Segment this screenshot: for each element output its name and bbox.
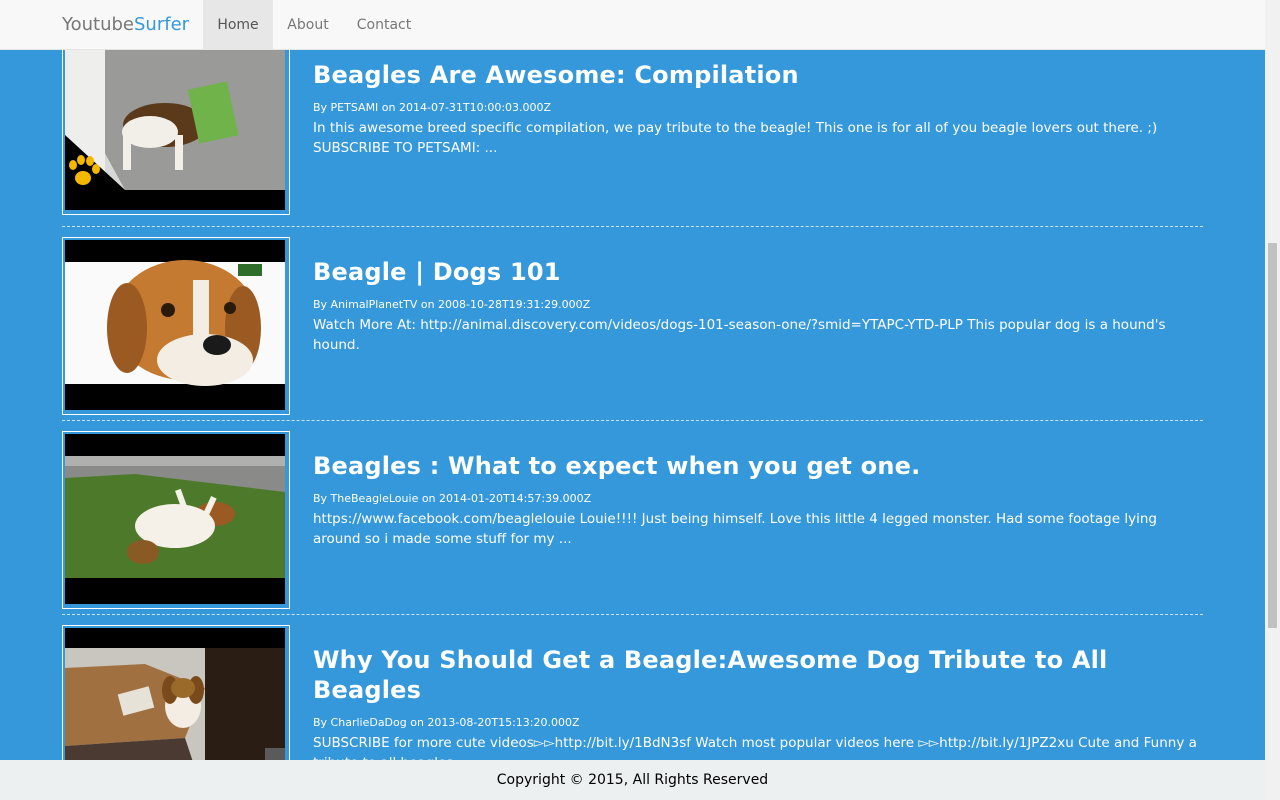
thumbnail-image — [65, 40, 285, 210]
video-title[interactable]: Beagles : What to expect when you get on… — [313, 451, 1203, 481]
video-meta: By CharlieDaDog on 2013-08-20T15:13:20.0… — [313, 716, 580, 729]
video-info: Beagles : What to expect when you get on… — [313, 451, 1203, 549]
copyright-text: Copyright © 2015, All Rights Reserved — [496, 772, 769, 788]
video-info: Beagle | Dogs 101 By AnimalPlanetTV on 2… — [313, 257, 1203, 355]
video-thumbnail[interactable] — [62, 237, 290, 415]
video-title[interactable]: Beagle | Dogs 101 — [313, 257, 1203, 287]
list-item: Beagles : What to expect when you get on… — [62, 421, 1203, 615]
video-title[interactable]: Beagles Are Awesome: Compilation — [313, 60, 1203, 90]
nav-contact[interactable]: Contact — [344, 0, 424, 50]
video-description: https://www.facebook.com/beaglelouie Lou… — [313, 511, 1157, 547]
nav-home[interactable]: Home — [203, 0, 273, 50]
video-description: In this awesome breed specific compilati… — [313, 120, 1158, 156]
nav-about[interactable]: About — [274, 0, 342, 50]
brand-logo[interactable]: YoutubeSurfer — [62, 0, 189, 50]
video-description: Watch More At: http://animal.discovery.c… — [313, 317, 1166, 353]
video-thumbnail[interactable] — [62, 37, 290, 215]
video-thumbnail[interactable] — [62, 431, 290, 609]
video-meta: By AnimalPlanetTV on 2008-10-28T19:31:29… — [313, 298, 591, 311]
thumbnail-image — [65, 240, 285, 410]
video-title[interactable]: Why You Should Get a Beagle:Awesome Dog … — [313, 645, 1203, 705]
page-footer: Copyright © 2015, All Rights Reserved — [0, 760, 1265, 800]
thumbnail-image — [65, 434, 285, 604]
video-info: Why You Should Get a Beagle:Awesome Dog … — [313, 645, 1203, 773]
brand-main: Youtube — [62, 14, 134, 35]
list-item: Beagle | Dogs 101 By AnimalPlanetTV on 2… — [62, 227, 1203, 421]
video-list: Beagles Are Awesome: Compilation By PETS… — [62, 37, 1203, 800]
top-navbar: YoutubeSurfer Home About Contact — [0, 0, 1265, 50]
scrollbar-thumb[interactable] — [1268, 243, 1277, 628]
vertical-scrollbar[interactable] — [1265, 0, 1280, 800]
brand-accent: Surfer — [134, 14, 190, 35]
video-info: Beagles Are Awesome: Compilation By PETS… — [313, 60, 1203, 158]
video-meta: By TheBeagleLouie on 2014-01-20T14:57:39… — [313, 492, 592, 505]
list-item: Beagles Are Awesome: Compilation By PETS… — [62, 37, 1203, 227]
video-meta: By PETSAMI on 2014-07-31T10:00:03.000Z — [313, 101, 552, 114]
video-list-area: Beagles Are Awesome: Compilation By PETS… — [0, 0, 1265, 800]
